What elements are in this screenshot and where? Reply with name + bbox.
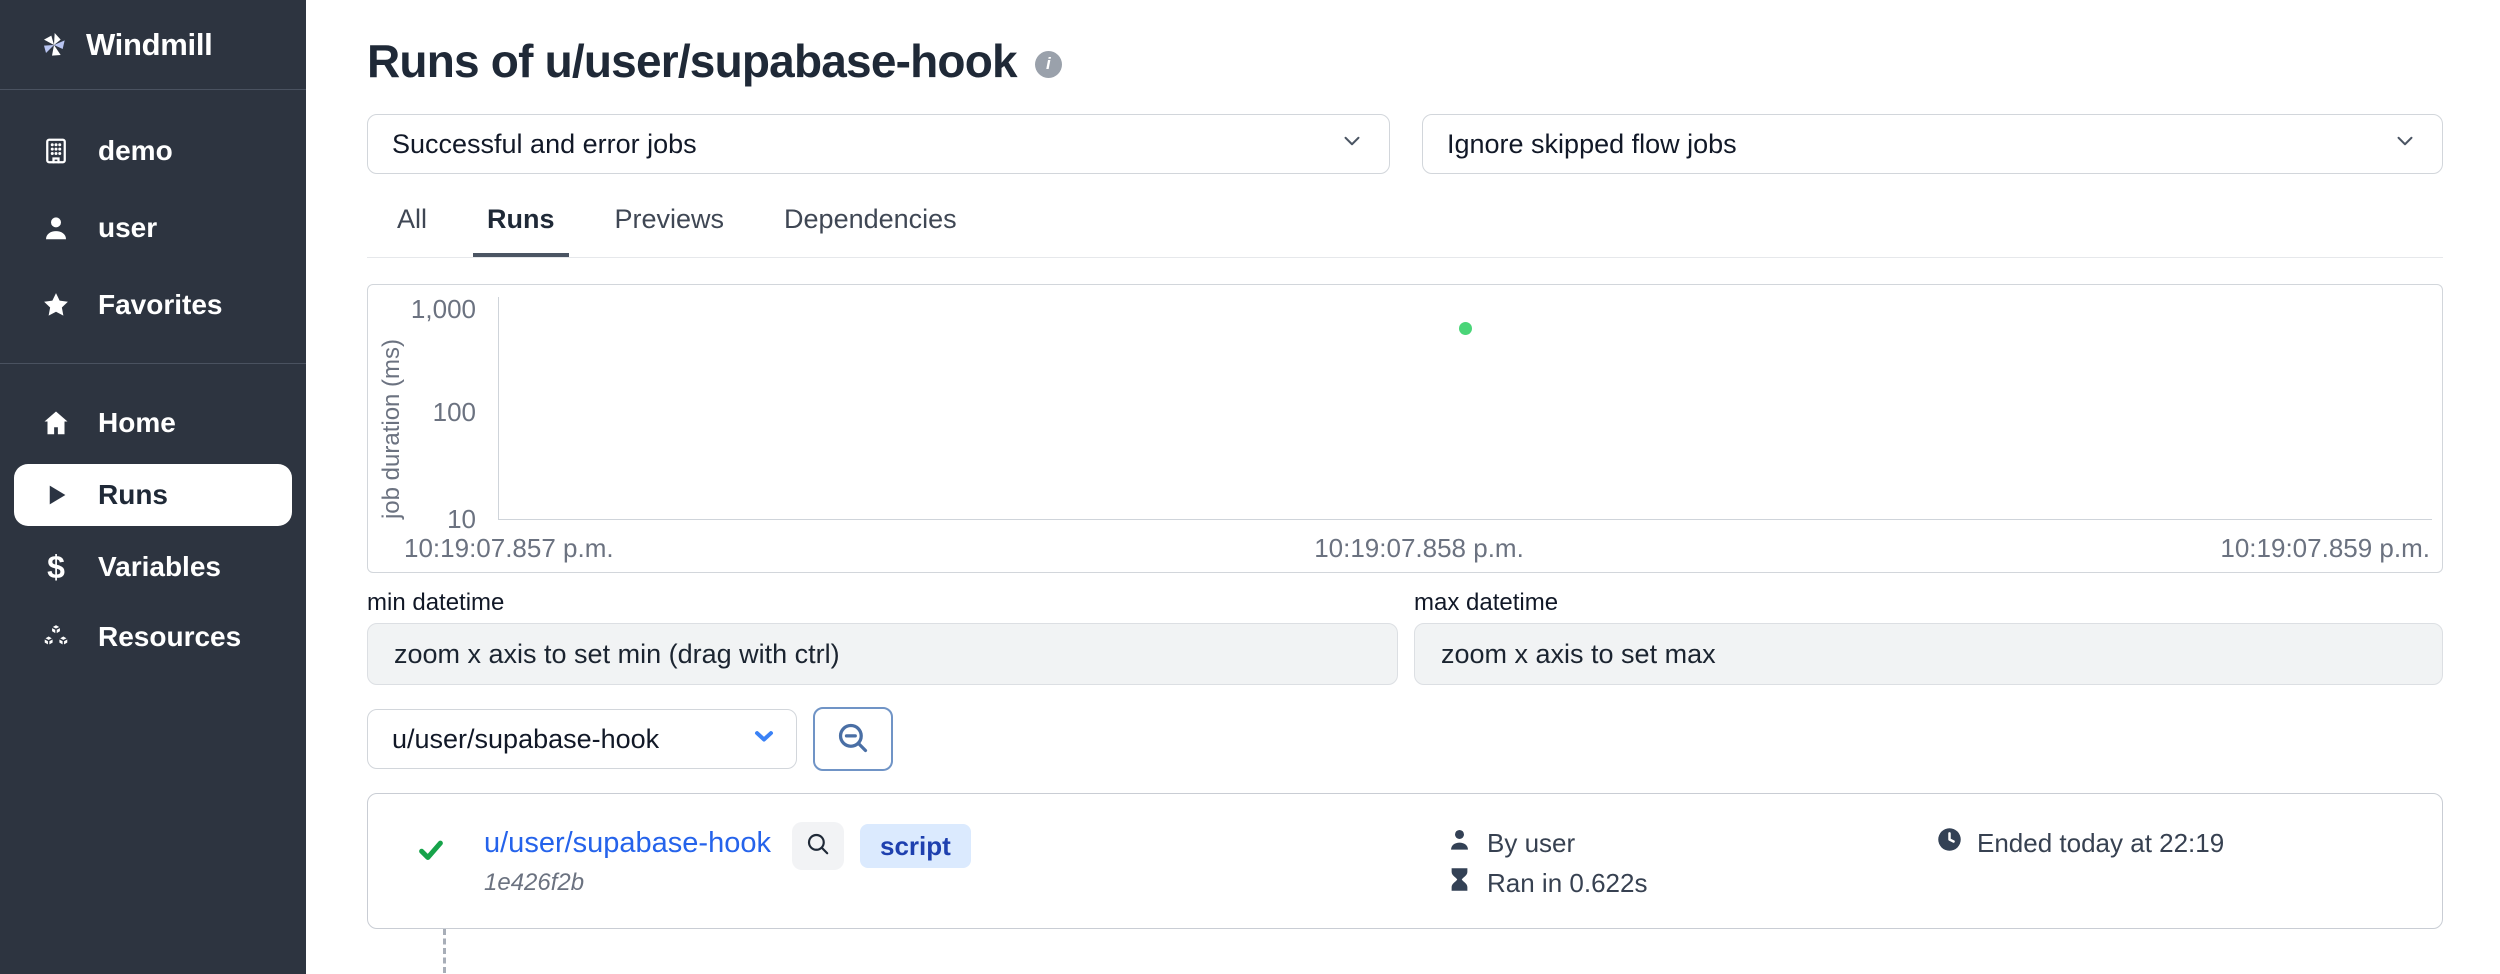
workspace-label: demo <box>98 135 173 167</box>
sidebar-item-variables[interactable]: $ Variables <box>0 532 306 602</box>
script-path-select[interactable]: u/user/supabase-hook <box>367 709 797 769</box>
run-ended-text: Ended today at 22:19 <box>1977 828 2224 859</box>
app-window: Windmill demo <box>0 0 2500 974</box>
sidebar-item-resources[interactable]: Resources <box>0 602 306 672</box>
tab-runs[interactable]: Runs <box>473 204 569 257</box>
run-duration-text: Ran in 0.622s <box>1487 868 1647 899</box>
clock-icon <box>1936 826 1963 860</box>
chart-ylabel: job duration (ms) <box>378 338 406 518</box>
star-icon <box>40 289 72 321</box>
brand-logo[interactable]: Windmill <box>0 0 306 90</box>
run-row-card[interactable]: u/user/supabase-hook script 1e426f2b <box>367 793 2443 929</box>
info-icon[interactable]: i <box>1035 51 1062 78</box>
play-icon <box>40 479 72 511</box>
job-status-select[interactable]: Successful and error jobs <box>367 114 1390 174</box>
zoom-out-magnifier-icon <box>836 721 870 758</box>
user-label: user <box>98 212 157 244</box>
windmill-pinwheel-icon <box>38 29 70 61</box>
min-datetime-label: min datetime <box>367 589 1398 617</box>
duration-chart[interactable]: job duration (ms) 1,000 100 10 10:19:07.… <box>367 284 2443 573</box>
tab-previews[interactable]: Previews <box>601 204 739 257</box>
search-runs-button[interactable] <box>813 707 893 771</box>
main-content: Runs of u/user/supabase-hook i Successfu… <box>306 0 2500 974</box>
sidebar-item-runs[interactable]: Runs <box>14 464 292 526</box>
home-icon <box>40 407 72 439</box>
chart-xtick-min: 10:19:07.857 p.m. <box>404 533 614 564</box>
variables-label: Variables <box>98 551 221 583</box>
tab-dependencies[interactable]: Dependencies <box>770 204 971 257</box>
runs-label: Runs <box>98 479 168 511</box>
brand-name: Windmill <box>86 27 212 63</box>
building-icon <box>40 135 72 167</box>
run-by-text: By user <box>1487 828 1575 859</box>
hourglass-icon <box>1446 866 1473 900</box>
skipped-flow-select[interactable]: Ignore skipped flow jobs <box>1422 114 2443 174</box>
max-datetime-label: max datetime <box>1414 589 2443 617</box>
tab-all[interactable]: All <box>383 204 441 257</box>
home-label: Home <box>98 407 176 439</box>
chart-xtick-max: 10:19:07.859 p.m. <box>2220 533 2430 564</box>
chevron-down-icon <box>750 722 778 757</box>
person-icon <box>1446 826 1473 860</box>
sidebar: Windmill demo <box>0 0 306 974</box>
sidebar-item-workspace[interactable]: demo <box>0 112 306 189</box>
inspect-run-button[interactable] <box>792 822 844 870</box>
nav-section: Home Runs $ Variables <box>0 364 306 672</box>
run-id: 1e426f2b <box>484 869 584 897</box>
script-path-selected-value: u/user/supabase-hook <box>392 724 659 755</box>
chevron-down-icon <box>2392 128 2418 161</box>
magnifier-icon <box>805 831 831 862</box>
sidebar-item-user[interactable]: user <box>0 189 306 266</box>
max-datetime-input[interactable] <box>1414 623 2443 685</box>
job-status-selected-value: Successful and error jobs <box>392 129 697 160</box>
run-path-link[interactable]: u/user/supabase-hook <box>484 827 771 860</box>
dollar-icon: $ <box>40 551 72 583</box>
min-datetime-input[interactable] <box>367 623 1398 685</box>
sidebar-item-favorites[interactable]: Favorites <box>0 266 306 343</box>
chart-ytick-1000: 1,000 <box>368 294 476 325</box>
chart-ytick-10: 10 <box>368 504 476 535</box>
success-check-icon <box>416 835 446 870</box>
skipped-flow-selected-value: Ignore skipped flow jobs <box>1447 129 1737 160</box>
page-title: Runs of u/user/supabase-hook <box>367 34 1017 88</box>
chart-ytick-100: 100 <box>368 397 476 428</box>
chart-point[interactable] <box>1459 322 1472 335</box>
sidebar-item-home[interactable]: Home <box>0 388 306 458</box>
chevron-down-icon <box>1339 128 1365 161</box>
chart-xtick-mid: 10:19:07.858 p.m. <box>1314 533 1524 564</box>
runs-kind-tabs: All Runs Previews Dependencies <box>367 204 2443 258</box>
workspace-section: demo user Favorites <box>0 90 306 343</box>
timeline-connector <box>443 929 446 973</box>
user-icon <box>40 212 72 244</box>
boxes-icon <box>40 621 72 653</box>
job-kind-badge: script <box>860 824 971 868</box>
resources-label: Resources <box>98 621 241 653</box>
chart-plot[interactable] <box>498 297 2432 520</box>
favorites-label: Favorites <box>98 289 223 321</box>
